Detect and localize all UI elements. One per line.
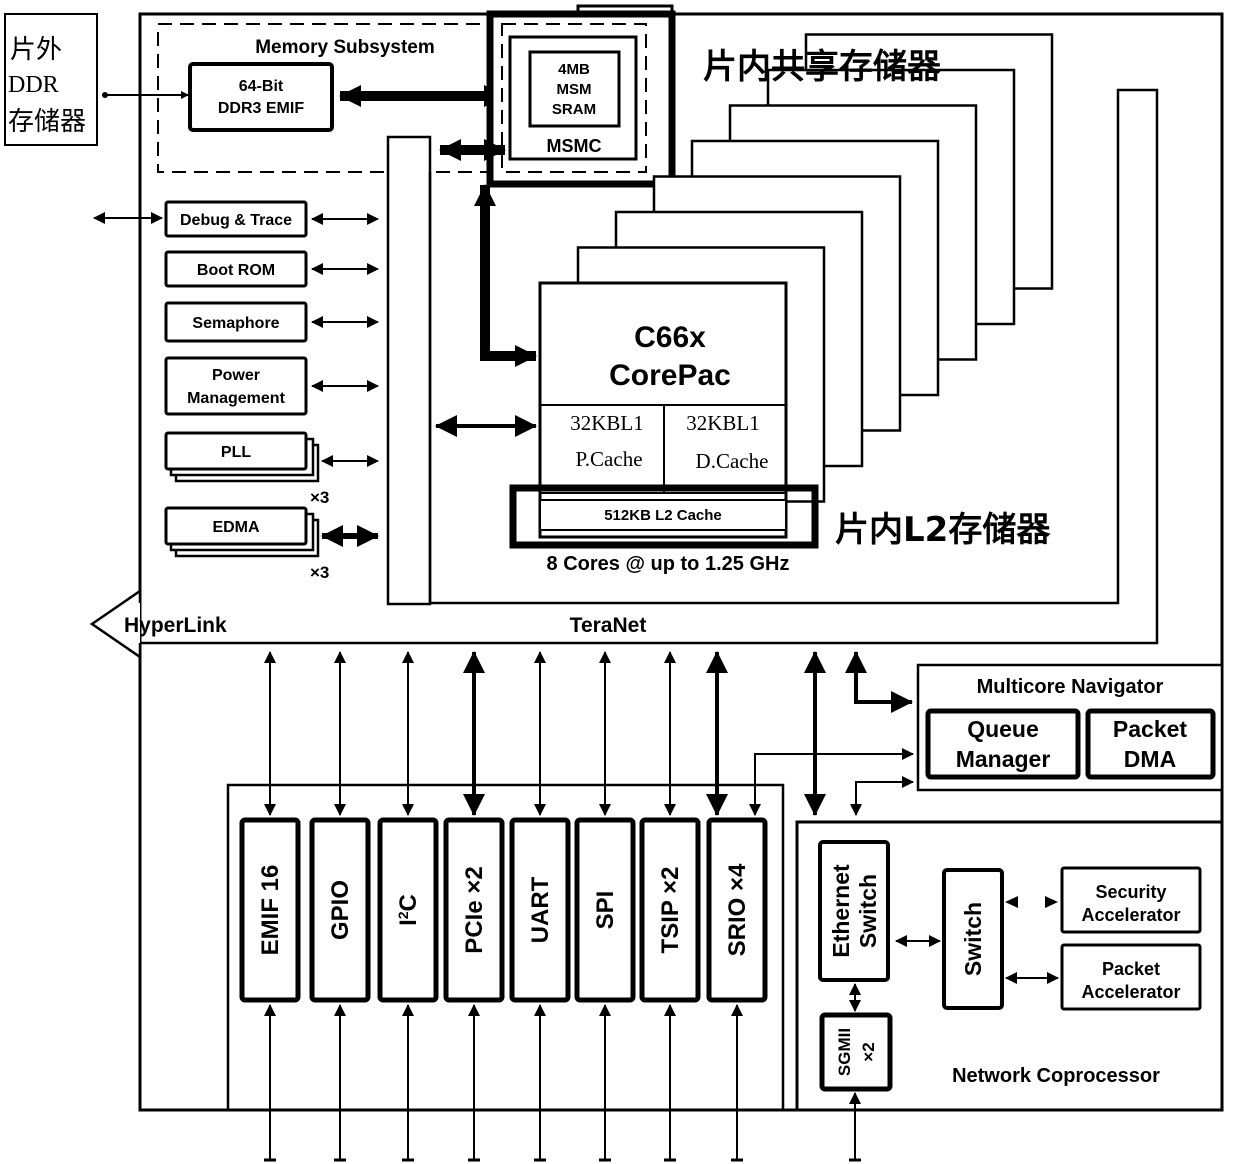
svg-text:P.Cache: P.Cache — [575, 447, 642, 471]
svg-text:64-Bit: 64-Bit — [239, 78, 284, 95]
svg-text:Switch: Switch — [960, 902, 986, 976]
svg-text:Manager: Manager — [956, 746, 1051, 772]
corepac-title-2: CorePac — [609, 359, 731, 392]
svg-text:EMIF 16: EMIF 16 — [257, 865, 284, 956]
svg-text:SRAM: SRAM — [552, 101, 596, 118]
corepac-title-1: C66x — [634, 321, 706, 354]
left-block-semaphore: Semaphore — [164, 301, 379, 343]
network-coprocessor-title: Network Coprocessor — [952, 1065, 1160, 1087]
svg-text:Management: Management — [187, 390, 285, 407]
svg-text:Switch: Switch — [855, 874, 881, 948]
svg-text:SGMII: SGMII — [835, 1028, 854, 1076]
svg-text:I2C: I2C — [395, 894, 422, 926]
svg-text:PCIe ×2: PCIe ×2 — [461, 866, 488, 953]
svg-text:4MB: 4MB — [558, 61, 590, 78]
svg-text:32KBL1: 32KBL1 — [570, 411, 644, 435]
switch-block: Switch — [942, 868, 1004, 1010]
svg-text:Packet: Packet — [1102, 959, 1160, 979]
left-block-pll: PLL ×3 — [164, 431, 379, 507]
hyperlink-label: HyperLink — [124, 614, 227, 637]
svg-text:PLL: PLL — [221, 444, 251, 461]
svg-text:TSIP ×2: TSIP ×2 — [657, 867, 684, 954]
queue-manager-block: Queue Manager — [925, 708, 1081, 780]
svg-text:EDMA: EDMA — [212, 519, 260, 536]
left-block-edma: EDMA ×3 — [164, 506, 379, 582]
svg-text:Boot ROM: Boot ROM — [197, 262, 275, 279]
external-ddr-line1: 片外 — [10, 35, 62, 65]
svg-text:Semaphore: Semaphore — [192, 315, 279, 332]
sgmii-block: SGMII ×2 — [819, 1012, 893, 1092]
external-ddr-line2: DDR — [8, 72, 59, 98]
svg-text:×3: ×3 — [310, 488, 329, 507]
svg-text:×3: ×3 — [310, 563, 329, 582]
peripheral-gpio: GPIO — [309, 651, 371, 1162]
peripheral-spi: SPI — [574, 651, 636, 1162]
corepac-caption: 8 Cores @ up to 1.25 GHz — [547, 553, 790, 575]
teranet-left-spine — [386, 135, 432, 606]
network-coprocessor: Ethernet Switch SGMII ×2 Switch Security… — [795, 820, 1224, 1112]
svg-text:×2: ×2 — [859, 1042, 878, 1061]
security-accelerator-block: Security Accelerator — [1060, 866, 1202, 934]
packet-accelerator-block: Packet Accelerator — [1060, 943, 1202, 1011]
svg-text:Power: Power — [212, 367, 260, 384]
msmc-corepac-arrow — [474, 184, 537, 367]
msmc-block: 4MB MSM SRAM MSMC — [486, 10, 676, 188]
external-ddr-line3: 存储器 — [8, 107, 86, 137]
svg-text:Ethernet: Ethernet — [828, 864, 854, 958]
multicore-navigator: Multicore Navigator Queue Manager Packet… — [916, 663, 1224, 792]
svg-text:32KBL1: 32KBL1 — [686, 411, 760, 435]
memory-subsystem-title: Memory Subsystem — [255, 37, 435, 58]
l2-memory-annotation: 片内L2存储器 — [835, 510, 1051, 550]
ethernet-switch-block: Ethernet Switch — [818, 840, 890, 982]
svg-text:Packet: Packet — [1113, 716, 1188, 742]
peripheral-emif-16: EMIF 16 — [239, 651, 301, 1162]
svg-text:Accelerator: Accelerator — [1081, 982, 1180, 1002]
left-block-power: Power Management — [164, 356, 379, 416]
svg-text:SPI: SPI — [592, 891, 619, 930]
svg-text:MSM: MSM — [557, 81, 592, 98]
svg-text:UART: UART — [527, 876, 554, 943]
svg-text:DDR3 EMIF: DDR3 EMIF — [218, 100, 304, 117]
msmc-label: MSMC — [547, 136, 602, 156]
svg-text:GPIO: GPIO — [327, 880, 354, 940]
left-block-boot-rom: Boot ROM — [164, 250, 379, 288]
external-ddr-memory: 片外 DDR 存储器 — [4, 13, 98, 146]
peripheral-i: I2C — [377, 651, 439, 1162]
corepac-block: C66x CorePac 32KBL1 P.Cache 32KBL1 D.Cac… — [509, 281, 819, 549]
packet-dma-block: Packet DMA — [1085, 708, 1216, 780]
svg-text:SRIO ×4: SRIO ×4 — [724, 863, 751, 956]
peripheral-pcie-2: PCIe ×2 — [443, 651, 505, 1162]
navigator-netcp-arrow — [850, 776, 914, 816]
ddr3-emif-block: 64-Bit DDR3 EMIF — [188, 62, 334, 132]
svg-text:Security: Security — [1095, 882, 1166, 902]
keystone-block-diagram: 片外 DDR 存储器 Memory Subsystem 64-Bit DDR3 … — [4, 4, 1224, 1162]
svg-text:D.Cache: D.Cache — [696, 449, 769, 473]
left-block-debug-trace: Debug & Trace — [164, 200, 379, 238]
peripheral-uart: UART — [509, 651, 571, 1162]
svg-text:512KB L2 Cache: 512KB L2 Cache — [604, 507, 722, 524]
svg-text:Debug & Trace: Debug & Trace — [180, 212, 292, 229]
svg-text:Multicore Navigator: Multicore Navigator — [977, 676, 1164, 698]
teranet-navigator-arrow — [845, 651, 913, 713]
svg-text:DMA: DMA — [1124, 746, 1176, 772]
shared-memory-annotation: 片内共享存储器 — [703, 47, 942, 87]
svg-text:Queue: Queue — [967, 716, 1039, 742]
peripheral-srio-4: SRIO ×4 — [706, 651, 768, 1162]
svg-text:Accelerator: Accelerator — [1081, 905, 1180, 925]
teranet-label: TeraNet — [570, 614, 647, 637]
peripheral-tsip-2: TSIP ×2 — [639, 651, 701, 1162]
